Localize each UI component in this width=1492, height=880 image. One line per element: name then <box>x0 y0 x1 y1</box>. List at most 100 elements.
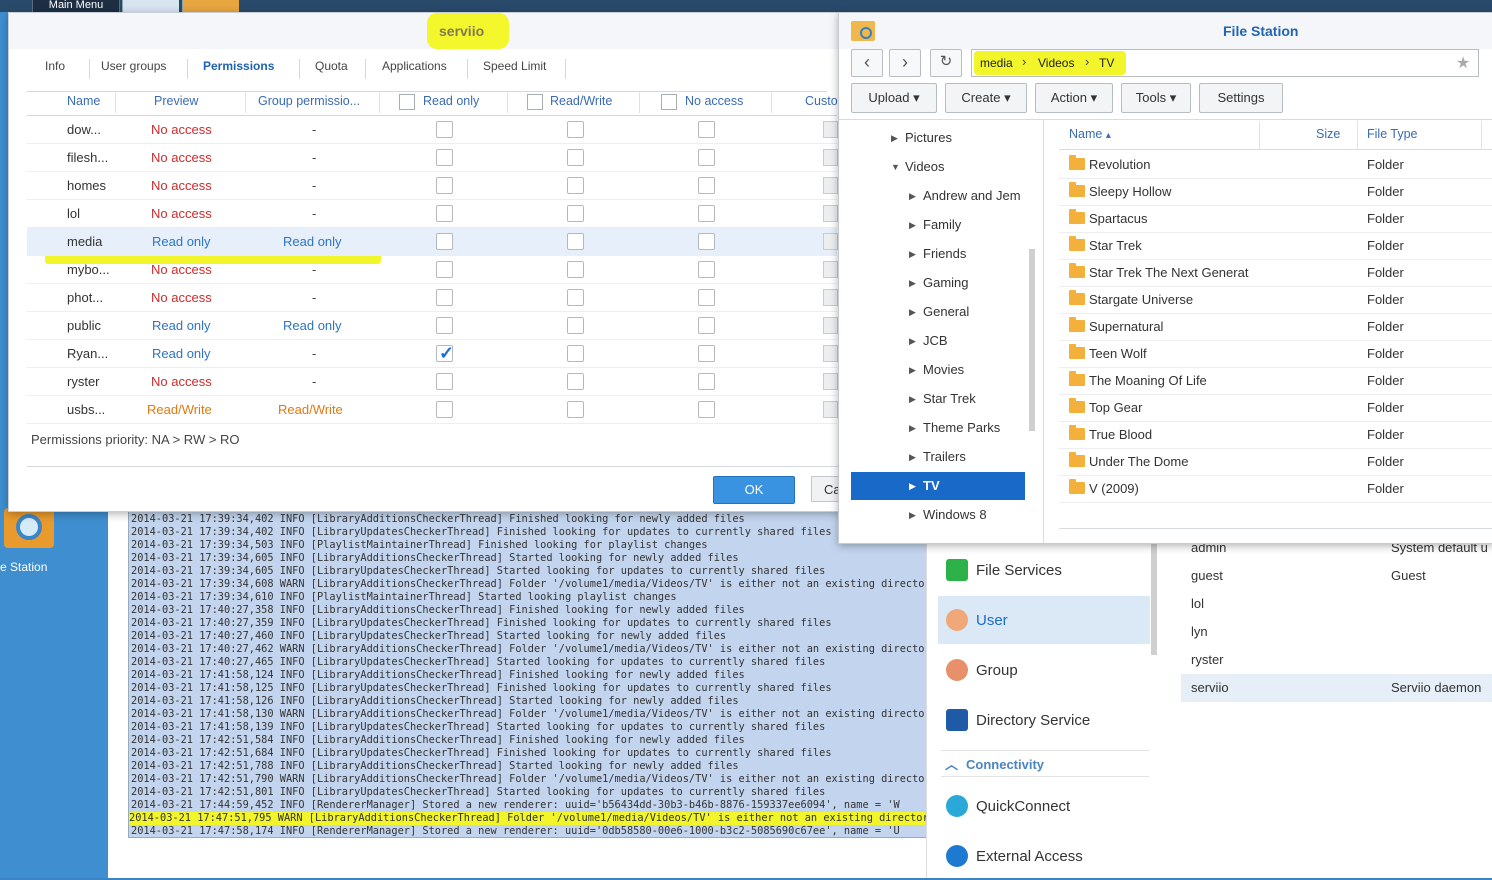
permission-row[interactable]: filesh... No access - <box>27 143 838 172</box>
ok-button[interactable]: OK <box>713 476 795 504</box>
breadcrumb-tv[interactable]: TV <box>1099 56 1114 70</box>
tree-item[interactable]: Star Trek <box>923 391 976 406</box>
user-row[interactable]: serviio Serviio daemon <box>1181 674 1492 702</box>
tree-item[interactable]: TV <box>923 478 940 493</box>
col-custom[interactable]: Custo <box>805 94 838 108</box>
cp-item-file-services[interactable]: File Services <box>938 546 1150 594</box>
tools-button[interactable]: Tools ▾ <box>1121 83 1191 113</box>
taskbar-file-station-button[interactable] <box>182 0 239 12</box>
no-access-checkbox[interactable] <box>698 317 715 334</box>
no-access-checkbox[interactable] <box>698 233 715 250</box>
read-write-checkbox[interactable] <box>567 233 584 250</box>
caret-right-icon[interactable]: ▶ <box>909 365 916 376</box>
col-file-type[interactable]: File Type <box>1367 127 1418 141</box>
no-access-checkbox[interactable] <box>698 401 715 418</box>
file-row[interactable]: Sleepy Hollow Folder <box>1059 178 1492 206</box>
tab-applications[interactable]: Applications <box>382 59 447 73</box>
caret-right-icon[interactable]: ▶ <box>909 481 916 492</box>
read-write-checkbox[interactable] <box>567 261 584 278</box>
no-access-checkbox[interactable] <box>698 345 715 362</box>
tab-permissions[interactable]: Permissions <box>203 59 274 73</box>
no-access-checkbox[interactable] <box>698 177 715 194</box>
file-row[interactable]: Spartacus Folder <box>1059 205 1492 233</box>
no-access-checkbox[interactable] <box>698 149 715 166</box>
tree-item[interactable]: Pictures <box>905 130 952 145</box>
col-read-write[interactable]: Read/Write <box>550 94 612 108</box>
read-write-checkbox[interactable] <box>567 177 584 194</box>
permission-row[interactable]: phot... No access - <box>27 283 838 312</box>
cp-item-quickconnect[interactable]: QuickConnect <box>938 782 1150 830</box>
sidebar-scrollbar[interactable] <box>1151 540 1157 655</box>
file-row[interactable]: Teen Wolf Folder <box>1059 340 1492 368</box>
user-row[interactable]: ryster <box>1181 646 1492 674</box>
permission-row[interactable]: dow... No access - <box>27 115 838 144</box>
caret-right-icon[interactable]: ▶ <box>909 191 916 202</box>
file-row[interactable]: Star Trek Folder <box>1059 232 1492 260</box>
tree-item[interactable]: Gaming <box>923 275 969 290</box>
read-only-checkbox[interactable] <box>436 317 453 334</box>
caret-right-icon[interactable]: ▶ <box>891 133 898 144</box>
file-row[interactable]: True Blood Folder <box>1059 421 1492 449</box>
breadcrumb-media[interactable]: media <box>980 56 1013 70</box>
caret-right-icon[interactable]: ▶ <box>909 336 916 347</box>
read-only-checkbox[interactable] <box>436 177 453 194</box>
cp-item-external-access[interactable]: External Access <box>938 832 1150 880</box>
read-write-checkbox[interactable] <box>567 373 584 390</box>
caret-right-icon[interactable]: ▶ <box>909 452 916 463</box>
file-row[interactable]: Under The Dome Folder <box>1059 448 1492 476</box>
read-write-checkbox[interactable] <box>567 401 584 418</box>
col-name[interactable]: Name <box>67 94 100 108</box>
read-write-all-checkbox[interactable] <box>527 94 543 110</box>
cp-item-user[interactable]: User <box>938 596 1150 644</box>
no-access-checkbox[interactable] <box>698 205 715 222</box>
tab-quota[interactable]: Quota <box>315 59 348 73</box>
caret-right-icon[interactable]: ▶ <box>909 220 916 231</box>
no-access-checkbox[interactable] <box>698 121 715 138</box>
custom-checkbox[interactable] <box>823 233 838 250</box>
read-only-checkbox[interactable] <box>436 149 453 166</box>
cp-item-group[interactable]: Group <box>938 646 1150 694</box>
permission-row[interactable]: lol No access - <box>27 199 838 228</box>
col-size[interactable]: Size <box>1316 127 1340 141</box>
permission-row[interactable]: usbs... Read/Write Read/Write <box>27 395 838 424</box>
custom-checkbox[interactable] <box>823 401 838 418</box>
path-bar[interactable]: media › Videos › TV ★ <box>971 49 1479 77</box>
read-only-checkbox[interactable] <box>436 233 453 250</box>
read-write-checkbox[interactable] <box>567 345 584 362</box>
tab-user-groups[interactable]: User groups <box>101 59 166 73</box>
upload-button[interactable]: Upload ▾ <box>851 83 937 113</box>
file-station-titlebar[interactable]: File Station <box>839 13 1492 49</box>
caret-down-icon[interactable]: ▼ <box>891 162 900 172</box>
breadcrumb-videos[interactable]: Videos <box>1038 56 1074 70</box>
permission-row[interactable]: media Read only Read only <box>27 227 838 256</box>
dialog-titlebar[interactable]: serviio <box>9 13 839 49</box>
user-row[interactable]: guest Guest <box>1181 562 1492 590</box>
tree-item[interactable]: Videos <box>905 159 945 174</box>
permission-row[interactable]: public Read only Read only <box>27 311 838 340</box>
cancel-button[interactable]: Ca <box>811 476 841 502</box>
custom-checkbox[interactable] <box>823 121 838 138</box>
read-only-checkbox[interactable] <box>436 289 453 306</box>
read-only-all-checkbox[interactable] <box>399 94 415 110</box>
tab-info[interactable]: Info <box>45 59 65 73</box>
tree-item[interactable]: Theme Parks <box>923 420 1000 435</box>
log-panel[interactable]: 2014-03-21 17:39:34,402 INFO [LibraryAdd… <box>128 510 928 838</box>
caret-right-icon[interactable]: ▶ <box>909 510 916 521</box>
col-no-access[interactable]: No access <box>685 94 743 108</box>
read-only-checkbox[interactable] <box>436 401 453 418</box>
user-row[interactable]: lol <box>1181 590 1492 618</box>
col-group-permission[interactable]: Group permissio... <box>258 94 360 108</box>
permission-row[interactable]: mybo... No access - <box>27 255 838 284</box>
caret-right-icon[interactable]: ▶ <box>909 423 916 434</box>
file-row[interactable]: Star Trek The Next Generat Folder <box>1059 259 1492 287</box>
permission-row[interactable]: ryster No access - <box>27 367 838 396</box>
tree-scrollbar[interactable] <box>1029 249 1035 431</box>
file-row[interactable]: Stargate Universe Folder <box>1059 286 1492 314</box>
file-row[interactable]: Top Gear Folder <box>1059 394 1492 422</box>
col-read-only[interactable]: Read only <box>423 94 479 108</box>
no-access-checkbox[interactable] <box>698 373 715 390</box>
custom-checkbox[interactable] <box>823 205 838 222</box>
read-write-checkbox[interactable] <box>567 149 584 166</box>
col-file-name[interactable]: Name ▴ <box>1069 127 1111 141</box>
caret-right-icon[interactable]: ▶ <box>909 278 916 289</box>
